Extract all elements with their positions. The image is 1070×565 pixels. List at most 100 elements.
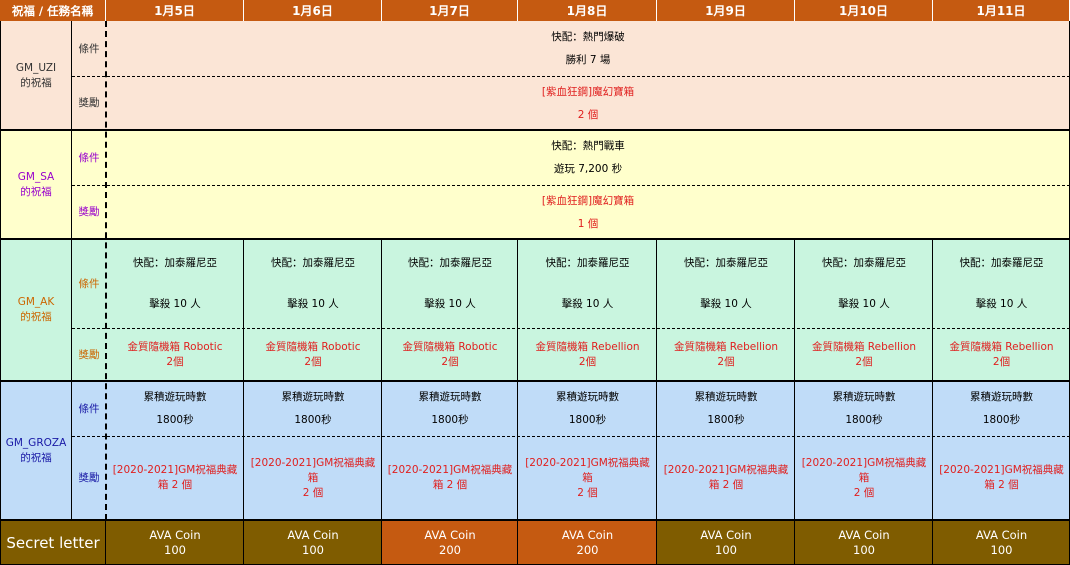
secret-reward-line: AVA Coin [975, 527, 1028, 542]
header-day-1: 1月5日 [106, 0, 244, 21]
condition-label-groza: 條件 [72, 381, 106, 436]
secret-day-separator-6 [932, 520, 933, 565]
condition-merged-uzi: 快配：熱門爆破 勝利 7 場 [106, 21, 1070, 76]
secret-reward-line: AVA Coin [149, 527, 201, 542]
header-day-5: 1月9日 [657, 0, 795, 21]
condition-line: 累積遊玩時數 [556, 390, 619, 403]
condition-label-text: 條件 [78, 151, 100, 164]
secret-letter-label-text: Secret letter [6, 533, 100, 552]
reward-line: 2 個 [853, 486, 875, 499]
secret-reward-day-3: AVA Coin 200 [382, 520, 518, 565]
reward-ak-day-4: 金質隨機箱 Rebellion 2個 [518, 328, 657, 381]
condition-groza-day-6: 累積遊玩時數 1800秒 [795, 381, 933, 436]
condition-line: 擊殺 10 人 [149, 297, 201, 310]
cond-reward-separator-1 [72, 76, 1070, 78]
condition-line: 1800秒 [707, 414, 745, 427]
condition-line: 擊殺 10 人 [700, 297, 752, 310]
header-day-7: 1月11日 [933, 0, 1070, 21]
reward-groza-day-3: [2020-2021]GM祝福典藏箱 2 個 [382, 436, 518, 520]
condition-line: 累積遊玩時數 [694, 390, 758, 403]
secret-reward-line: 100 [302, 542, 324, 557]
reward-line: 2個 [304, 355, 322, 368]
secret-reward-line: 200 [439, 542, 461, 557]
reward-groza-day-5: [2020-2021]GM祝福典藏箱 2 個 [657, 436, 795, 520]
condition-line: 快配：加泰羅尼亞 [822, 257, 906, 270]
reward-groza-day-2: [2020-2021]GM祝福典藏箱 2 個 [244, 436, 382, 520]
reward-ak-day-1: 金質隨機箱 Robotic 2個 [106, 328, 244, 381]
secret-reward-day-1: AVA Coin 100 [106, 520, 244, 565]
secret-reward-line: AVA Coin [700, 527, 752, 542]
condition-label-uzi: 條件 [72, 21, 106, 76]
blessing-name-uzi: GM_UZI 的祝福 [0, 21, 72, 130]
border-left [0, 21, 1, 565]
reward-line: [2020-2021]GM祝福典藏箱 [801, 456, 927, 484]
reward-line: [2020-2021]GM祝福典藏 [663, 464, 789, 476]
condition-line: 累積遊玩時數 [970, 390, 1033, 403]
reward-ak-day-3: 金質隨機箱 Robotic 2個 [382, 328, 518, 381]
secret-day-separator-2 [381, 520, 382, 565]
header-day-4: 1月8日 [518, 0, 657, 21]
condition-line: 遊玩 7,200 秒 [553, 163, 623, 176]
secret-reward-day-6: AVA Coin 100 [795, 520, 933, 565]
reward-label-text: 獎勵 [78, 206, 100, 218]
secret-day-separator-1 [243, 520, 244, 565]
condition-groza-day-7: 累積遊玩時數 1800秒 [933, 381, 1070, 436]
reward-line: [紫血狂鋼]魔幻寶箱 [541, 194, 635, 207]
reward-line: 2個 [441, 355, 459, 368]
blessing-name-ak: GM_AK 的祝福 [0, 239, 72, 381]
condition-ak-day-7: 快配：加泰羅尼亞 擊殺 10 人 [933, 239, 1070, 328]
reward-line: 2個 [717, 355, 735, 368]
day-separator-6 [932, 239, 933, 520]
secret-reward-day-2: AVA Coin 100 [244, 520, 382, 565]
condition-label-sa: 條件 [72, 130, 106, 185]
condition-line: 擊殺 10 人 [424, 297, 476, 310]
blessing-schedule-table: 祝福 / 任務名稱 1月5日 1月6日 1月7日 1月8日 1月9日 1月10日 1月11日 G… [0, 0, 1070, 565]
reward-line: [2020-2021]GM祝福典藏 [939, 464, 1064, 476]
condition-ak-day-1: 快配：加泰羅尼亞 擊殺 10 人 [106, 239, 244, 328]
blessing-name-sa-label: GM_SA 的祝福 [17, 170, 55, 198]
header-day-label: 1月5日 [154, 3, 195, 18]
reward-ak-day-2: 金質隨機箱 Robotic 2個 [244, 328, 382, 381]
condition-line: 累積遊玩時數 [143, 390, 207, 403]
condition-groza-day-2: 累積遊玩時數 1800秒 [244, 381, 382, 436]
day-separator-4 [656, 239, 657, 520]
block-separator-4 [0, 519, 1070, 521]
reward-label-groza: 獎勵 [72, 436, 106, 520]
header-day-3: 1月7日 [382, 0, 518, 21]
secret-reward-line: 200 [576, 542, 599, 557]
condition-line: 1800秒 [845, 414, 883, 427]
reward-line: 2個 [166, 355, 184, 368]
condition-line: 擊殺 10 人 [975, 297, 1028, 310]
reward-line: 2個 [578, 355, 597, 368]
reward-merged-uzi: [紫血狂鋼]魔幻寶箱 2 個 [106, 76, 1070, 130]
cond-reward-separator-2 [72, 185, 1070, 187]
secret-reward-line: 100 [990, 542, 1013, 557]
condition-line: 快配：加泰羅尼亞 [684, 257, 768, 270]
secret-day-separator-5 [794, 520, 795, 565]
condition-line: 1800秒 [156, 414, 194, 427]
reward-line: 金質隨機箱 Rebellion [949, 340, 1054, 353]
condition-line: 擊殺 10 人 [838, 297, 890, 310]
secret-reward-line: AVA Coin [838, 527, 890, 542]
condition-line: 快配：加泰羅尼亞 [959, 257, 1044, 270]
reward-label-sa: 獎勵 [72, 185, 106, 239]
header-first-col: 祝福 / 任務名稱 [0, 0, 106, 21]
cond-reward-separator-4 [72, 436, 1070, 438]
secret-reward-day-5: AVA Coin 100 [657, 520, 795, 565]
reward-line: 箱 2 個 [157, 479, 193, 491]
secret-reward-line: AVA Coin [424, 527, 476, 542]
condition-line: 快配：加泰羅尼亞 [408, 257, 492, 270]
header-day-label: 1月8日 [566, 3, 608, 18]
day-separator-2 [381, 239, 382, 520]
header-day-6: 1月10日 [795, 0, 933, 21]
header-day-label: 1月9日 [705, 3, 746, 18]
secret-reward-line: AVA Coin [287, 527, 339, 542]
condition-ak-day-4: 快配：加泰羅尼亞 擊殺 10 人 [518, 239, 657, 328]
block-separator-3 [0, 380, 1070, 382]
name-col-separator [71, 21, 72, 520]
cond-reward-separator-3 [72, 328, 1070, 330]
block-separator-1 [0, 129, 1070, 131]
reward-label-uzi: 獎勵 [72, 76, 106, 130]
condition-groza-day-4: 累積遊玩時數 1800秒 [518, 381, 657, 436]
secret-reward-line: AVA Coin [561, 527, 614, 542]
